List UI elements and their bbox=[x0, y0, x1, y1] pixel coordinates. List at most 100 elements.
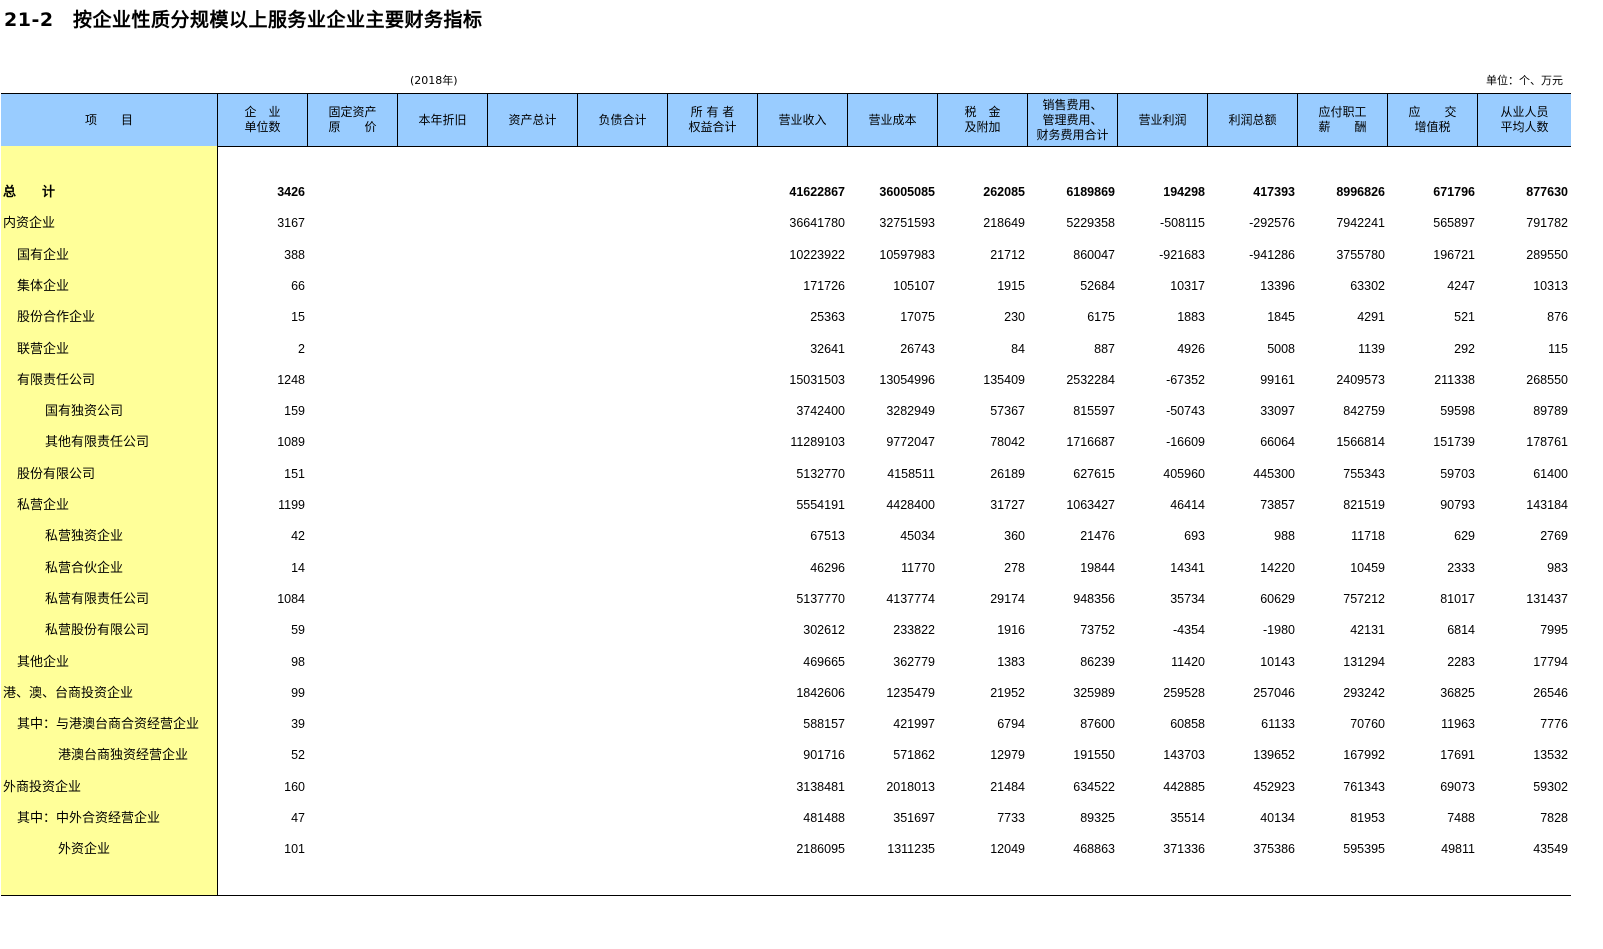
table-row: 股份有限公司 151 5132770 4158511 26189 627615 405960… bbox=[1, 459, 1571, 490]
table-row: 其他企业 98 469665 362779 1383 86239 11420 10143 131… bbox=[1, 647, 1571, 678]
row-label: 港、澳、台商投资企业 bbox=[3, 685, 134, 701]
table-cell bbox=[578, 208, 665, 239]
table-cell: 12979 bbox=[990, 748, 1025, 763]
table-cell: 565897 bbox=[1433, 216, 1475, 231]
table-cell: 983 bbox=[1547, 560, 1568, 575]
table-cell: 87600 bbox=[1080, 717, 1115, 732]
table-cell bbox=[578, 521, 665, 552]
table-cell: 86239 bbox=[1080, 654, 1115, 669]
table-cell: 257046 bbox=[1253, 685, 1295, 700]
table-cell bbox=[488, 396, 575, 427]
table-cell: 115 bbox=[1548, 341, 1568, 356]
table-cell: 6175 bbox=[1087, 310, 1115, 325]
table-cell: 10313 bbox=[1533, 278, 1568, 293]
table-bottom-rule bbox=[1, 895, 1571, 896]
column-header: 所 有 者 权益合计 bbox=[668, 94, 758, 146]
table-cell: 4428400 bbox=[886, 498, 935, 512]
table-cell bbox=[488, 709, 575, 740]
table-cell: 4137774 bbox=[886, 591, 935, 606]
table-cell: 4926 bbox=[1177, 341, 1205, 356]
table-cell: 171726 bbox=[803, 278, 845, 293]
table-cell: 35514 bbox=[1170, 811, 1205, 825]
table-cell: 1915 bbox=[997, 278, 1025, 293]
table-cell: 2186095 bbox=[796, 842, 845, 857]
table-cell: 5008 bbox=[1267, 341, 1295, 356]
table-cell: 6814 bbox=[1447, 623, 1475, 638]
table-cell bbox=[398, 459, 485, 490]
table-cell: 421997 bbox=[893, 717, 935, 732]
table-cell: 595395 bbox=[1343, 842, 1385, 857]
table-cell bbox=[668, 834, 755, 865]
table-cell bbox=[308, 302, 395, 333]
column-header: 营业利润 bbox=[1118, 94, 1208, 146]
table-cell: 36641780 bbox=[789, 216, 845, 231]
table-cell: 12049 bbox=[990, 842, 1025, 857]
table-cell: 2333 bbox=[1447, 560, 1475, 575]
table-cell: 7488 bbox=[1447, 811, 1475, 825]
table-cell bbox=[308, 459, 395, 490]
table-cell bbox=[488, 334, 575, 365]
column-header: 负债合计 bbox=[578, 94, 668, 146]
table-cell bbox=[488, 647, 575, 678]
table-cell bbox=[308, 240, 395, 271]
table-cell: 2769 bbox=[1540, 529, 1568, 544]
table-cell: 2283 bbox=[1447, 654, 1475, 669]
table-cell: 10597983 bbox=[879, 247, 935, 262]
table-row: 其中：中外合资经营企业 47 481488 351697 7733 89325 35514 4… bbox=[1, 803, 1571, 834]
table-cell bbox=[488, 553, 575, 584]
table-row: 私营独资企业 42 67513 45034 360 21476 693 988 11718 629… bbox=[1, 521, 1571, 552]
table-cell bbox=[578, 271, 665, 302]
table-cell: 1383 bbox=[997, 654, 1025, 669]
table-cell bbox=[578, 334, 665, 365]
table-cell: 1199 bbox=[278, 498, 305, 512]
table-cell bbox=[308, 427, 395, 458]
row-label: 港澳台商独资经营企业 bbox=[58, 748, 189, 764]
table-cell bbox=[488, 521, 575, 552]
table-cell: 1883 bbox=[1177, 310, 1205, 325]
table-cell: 521 bbox=[1454, 310, 1475, 325]
table-row: 私营有限责任公司 1084 5137770 4137774 29174 948356 357… bbox=[1, 584, 1571, 615]
year-label: (2018年) bbox=[410, 74, 458, 87]
table-cell: 901716 bbox=[803, 748, 845, 763]
table-cell: 233822 bbox=[893, 623, 935, 638]
table-cell bbox=[668, 521, 755, 552]
table-cell: 371336 bbox=[1163, 842, 1205, 857]
table-cell bbox=[668, 615, 755, 646]
row-label: 总 计 bbox=[3, 185, 56, 200]
table-cell bbox=[578, 177, 665, 208]
table-cell bbox=[308, 271, 395, 302]
table-cell bbox=[668, 427, 755, 458]
table-cell: 57367 bbox=[990, 404, 1025, 419]
table-cell bbox=[488, 240, 575, 271]
table-cell: 5229358 bbox=[1066, 216, 1115, 231]
table-cell bbox=[398, 647, 485, 678]
table-cell: 15 bbox=[291, 310, 305, 325]
table-cell bbox=[668, 740, 755, 771]
table-cell: 10223922 bbox=[789, 247, 845, 262]
column-header: 固定资产 原 价 bbox=[308, 94, 398, 146]
table-cell: 887 bbox=[1094, 341, 1115, 356]
table-cell: 1311235 bbox=[887, 842, 935, 857]
table-cell: 21712 bbox=[990, 247, 1025, 262]
column-header: 销售费用、 管理费用、 财务费用合计 bbox=[1028, 94, 1118, 146]
table-cell bbox=[578, 302, 665, 333]
table-cell bbox=[488, 740, 575, 771]
table-cell: 45034 bbox=[900, 529, 935, 544]
table-cell: -292576 bbox=[1249, 216, 1295, 231]
table-cell: 21476 bbox=[1080, 529, 1115, 544]
table-cell: 14341 bbox=[1170, 560, 1205, 575]
table-cell: 262085 bbox=[983, 185, 1025, 199]
table-cell bbox=[578, 615, 665, 646]
row-label: 国有独资公司 bbox=[45, 404, 124, 420]
table-cell: 59598 bbox=[1440, 404, 1475, 419]
table-cell: -50743 bbox=[1166, 404, 1205, 419]
table-cell: -4354 bbox=[1173, 623, 1205, 638]
table-cell bbox=[308, 709, 395, 740]
table-cell: 21484 bbox=[990, 779, 1025, 794]
table-cell bbox=[488, 615, 575, 646]
table-cell: 101 bbox=[284, 842, 305, 857]
row-label: 私营有限责任公司 bbox=[45, 591, 150, 607]
table-cell: 693 bbox=[1184, 529, 1205, 544]
table-cell: 351697 bbox=[893, 811, 935, 825]
table-row: 其他有限责任公司 1089 11289103 9772047 78042 1716687 -… bbox=[1, 427, 1571, 458]
